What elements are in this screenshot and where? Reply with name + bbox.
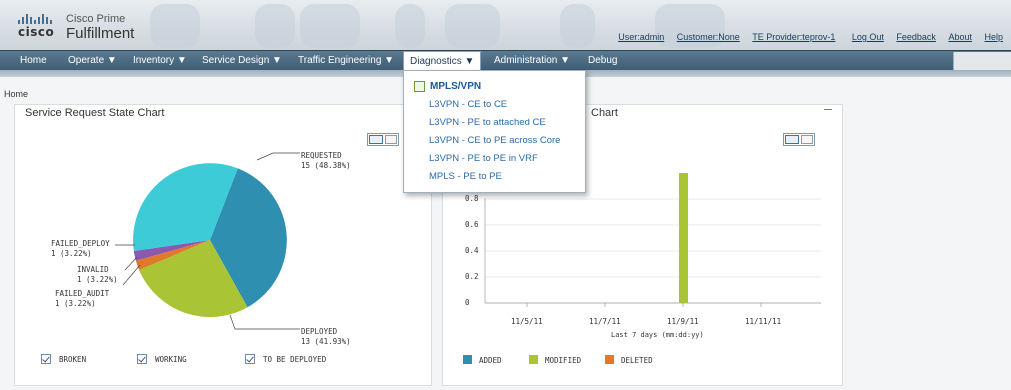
brand-name: cisco (18, 25, 55, 39)
nav-diagnostics[interactable]: Diagnostics ▼ (403, 51, 482, 72)
label-invalid: INVALID (77, 265, 109, 274)
x-tick-label: 11/11/11 (745, 317, 782, 326)
working-checkbox[interactable] (137, 354, 147, 364)
value-deployed: 13 (41.93%) (301, 337, 351, 346)
help-link[interactable]: Help (984, 32, 1003, 42)
dropdown-group-header: MPLS/VPN (414, 81, 481, 92)
top-links: User:admin Customer:None TE Provider:tep… (608, 32, 1003, 42)
value-failed-audit: 1 (3.22%) (55, 299, 96, 308)
menu-item-l3vpn-pe-to-attached-ce[interactable]: L3VPN - PE to attached CE (429, 117, 546, 128)
feedback-link[interactable]: Feedback (896, 32, 936, 42)
to-be-deployed-checkbox[interactable] (245, 354, 255, 364)
legend-deleted-label: DELETED (621, 356, 653, 365)
legend-added-label: ADDED (479, 356, 502, 365)
legend-modified-swatch (529, 355, 538, 364)
cisco-logo: cisco (18, 14, 58, 40)
to-be-deployed-label: TO BE DEPLOYED (263, 355, 327, 364)
customer-link[interactable]: Customer:None (677, 32, 740, 42)
breadcrumb: Home (4, 89, 29, 99)
label-failed-audit: FAILED_AUDIT (55, 289, 110, 298)
nav-traffic-engineering[interactable]: Traffic Engineering ▼ (296, 51, 396, 71)
broken-label: BROKEN (59, 355, 87, 364)
y-tick-label: 0.8 (465, 194, 479, 203)
value-requested: 15 (48.38%) (301, 161, 351, 170)
label-deployed: DEPLOYED (301, 327, 338, 336)
menu-item-mpls-pe-to-pe[interactable]: MPLS - PE to PE (429, 171, 502, 182)
legend-added-swatch (463, 355, 472, 364)
x-axis-label: Last 7 days (mm:dd:yy) (611, 331, 704, 339)
te-provider-link[interactable]: TE Provider:teprov-1 (752, 32, 835, 42)
legend-deleted-swatch (605, 355, 614, 364)
legend-modified-label: MODIFIED (545, 356, 582, 365)
nav-home[interactable]: Home (18, 51, 49, 71)
menu-item-l3vpn-ce-to-ce[interactable]: L3VPN - CE to CE (429, 99, 507, 110)
service-request-state-panel: Service Request State Chart REQUESTED 15… (14, 104, 432, 386)
x-tick-label: 11/7/11 (589, 317, 621, 326)
value-invalid: 1 (3.22%) (77, 275, 118, 284)
label-failed-deploy: FAILED_DEPLOY (51, 239, 110, 248)
nav-search-box[interactable] (953, 52, 1011, 70)
y-tick-label: 0.4 (465, 246, 479, 255)
y-tick-label: 0 (465, 298, 470, 307)
product-line1: Cisco Prime (66, 13, 126, 25)
dropdown-group-label: MPLS/VPN (430, 81, 482, 92)
about-link[interactable]: About (948, 32, 972, 42)
label-requested: REQUESTED (301, 151, 342, 160)
menu-item-l3vpn-ce-to-pe-across-core[interactable]: L3VPN - CE to PE across Core (429, 135, 560, 146)
user-link[interactable]: User:admin (618, 32, 664, 42)
nav-service-design[interactable]: Service Design ▼ (200, 51, 284, 71)
y-tick-label: 0.2 (465, 272, 479, 281)
logout-link[interactable]: Log Out (852, 32, 884, 42)
nav-administration[interactable]: Administration ▼ (492, 51, 572, 71)
mpls-vpn-icon (414, 81, 425, 92)
working-label: WORKING (155, 355, 187, 364)
bar-modified[interactable] (679, 173, 688, 303)
menu-item-l3vpn-pe-to-pe-in-vrf[interactable]: L3VPN - PE to PE in VRF (429, 153, 538, 164)
x-tick-label: 11/5/11 (511, 317, 543, 326)
value-failed-deploy: 1 (3.22%) (51, 249, 92, 258)
nav-debug[interactable]: Debug (586, 51, 619, 71)
main-nav: Home Operate ▼ Inventory ▼ Service Desig… (0, 50, 1011, 72)
x-tick-label: 11/9/11 (667, 317, 699, 326)
diagnostics-dropdown-menu: MPLS/VPN L3VPN - CE to CE L3VPN - PE to … (403, 70, 586, 193)
nav-operate[interactable]: Operate ▼ (66, 51, 119, 71)
y-tick-label: 0.6 (465, 220, 479, 229)
app-header: cisco Cisco Prime Fulfillment User:admin… (0, 0, 1011, 50)
broken-checkbox[interactable] (41, 354, 51, 364)
product-line2: Fulfillment (66, 25, 135, 42)
nav-inventory[interactable]: Inventory ▼ (131, 51, 189, 71)
